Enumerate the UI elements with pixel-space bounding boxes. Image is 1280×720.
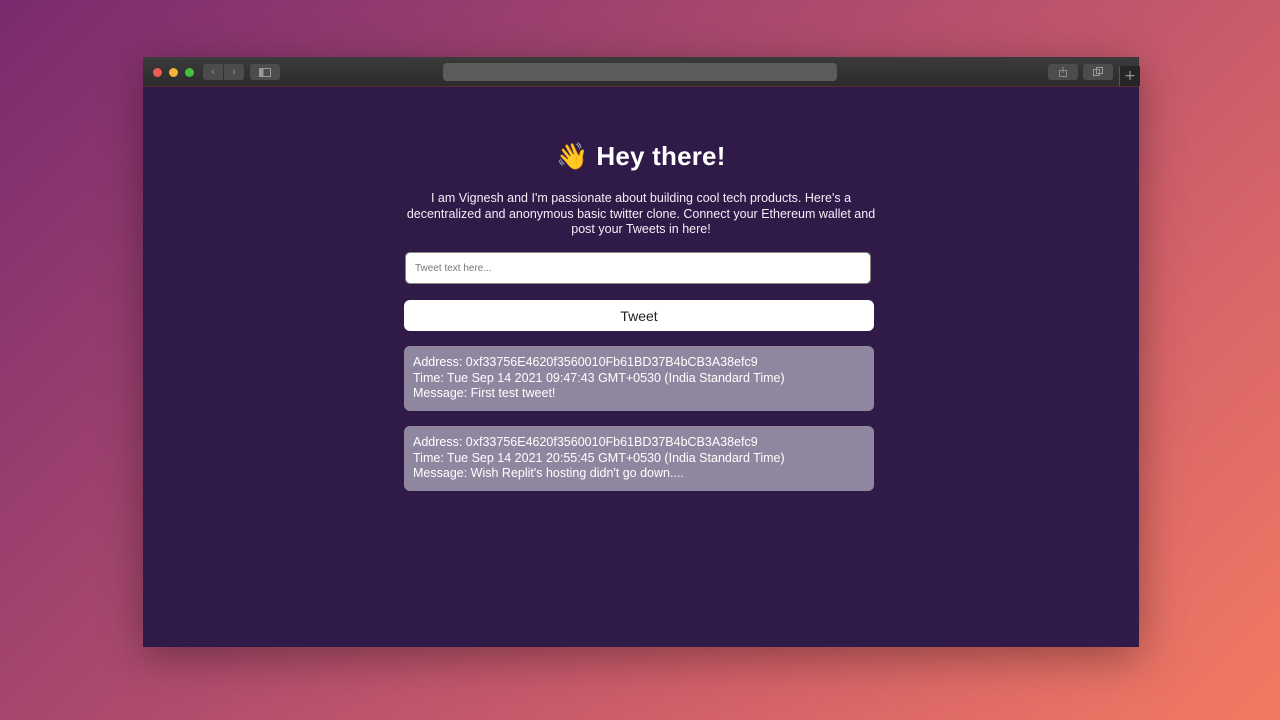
minimize-window-button[interactable] [169,68,178,77]
waving-hand-emoji: 👋 [556,141,589,171]
tweet-button[interactable]: Tweet [404,300,874,331]
chevron-left-icon: ‹ [210,65,216,78]
zoom-window-button[interactable] [185,68,194,77]
tabs-icon [1093,67,1103,76]
close-window-button[interactable] [153,68,162,77]
browser-window: ‹ › + 👋 Hey there! I am Vignesh and I'm … [143,57,1140,647]
tweet-text-input[interactable] [405,252,871,284]
page-content: 👋 Hey there! I am Vignesh and I'm passio… [143,87,1139,647]
intro-text: I am Vignesh and I'm passionate about bu… [406,191,876,236]
back-button[interactable]: ‹ [203,64,223,80]
page-title: 👋 Hey there! [143,141,1139,172]
address-bar[interactable] [443,63,837,81]
plus-icon: + [1124,68,1136,84]
tweet-message: Message: First test tweet! [413,386,556,400]
tweet-address: Address: 0xf33756E4620f3560010Fb61BD37B4… [413,355,758,369]
share-icon [1059,67,1067,77]
browser-toolbar: ‹ › + [143,57,1140,87]
show-tabs-button[interactable] [1083,64,1113,80]
sidebar-toggle-button[interactable] [250,64,280,80]
share-button[interactable] [1048,64,1078,80]
page-title-text: Hey there! [596,141,726,171]
tweet-address: Address: 0xf33756E4620f3560010Fb61BD37B4… [413,435,758,449]
tweet-card: Address: 0xf33756E4620f3560010Fb61BD37B4… [404,346,874,411]
forward-button[interactable]: › [224,64,244,80]
tweet-message: Message: Wish Replit's hosting didn't go… [413,466,684,480]
tweet-time: Time: Tue Sep 14 2021 20:55:45 GMT+0530 … [413,450,785,465]
tweet-time: Time: Tue Sep 14 2021 09:47:43 GMT+0530 … [413,370,785,385]
chevron-right-icon: › [231,65,237,78]
new-tab-button[interactable]: + [1119,66,1140,86]
tweet-card: Address: 0xf33756E4620f3560010Fb61BD37B4… [404,426,874,491]
sidebar-icon [259,67,271,77]
